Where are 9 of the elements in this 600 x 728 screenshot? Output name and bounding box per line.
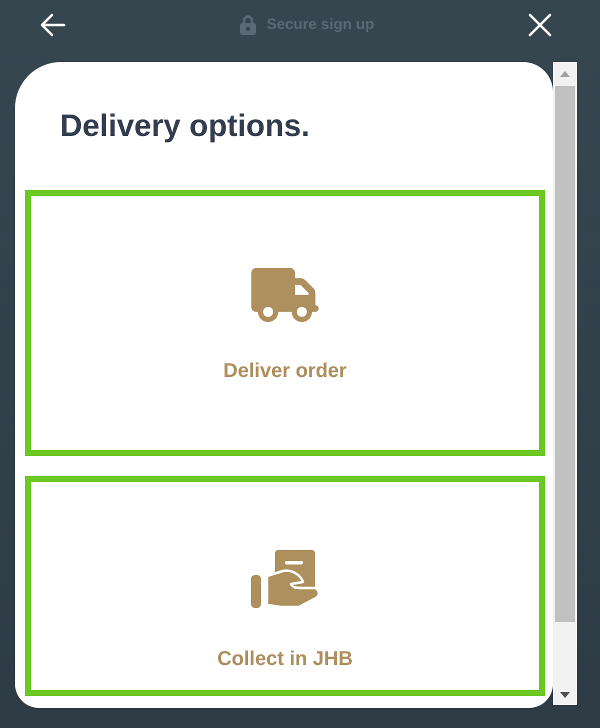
truck-icon [251,268,319,322]
scrollbar-thumb[interactable] [555,86,575,622]
hand-holding-box-icon [251,550,319,610]
page-title: Delivery options. [60,107,311,145]
delivery-option-card[interactable]: Deliver order [25,190,545,456]
lock-icon [240,15,256,35]
scroll-down-arrow-icon[interactable] [560,692,570,698]
delivery-option-card[interactable]: Collect in JHB [25,476,545,696]
scrollbar[interactable] [553,62,577,705]
